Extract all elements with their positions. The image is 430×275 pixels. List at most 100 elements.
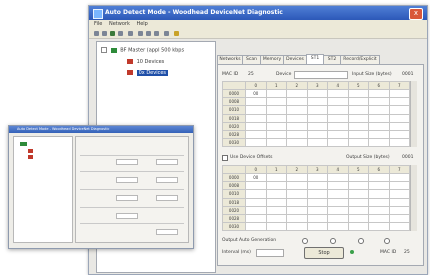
tree-node-devices-label: 10 Devices (136, 59, 165, 65)
menu-bar: File Network Help (89, 20, 427, 29)
row-header: 0008 (222, 97, 246, 107)
tree-node-selected[interactable]: 0x Devices (127, 70, 169, 76)
io-panel: MAC ID 25 Device Input Size (bytes) 0001… (217, 64, 424, 266)
input-device-label: Device (276, 72, 292, 77)
settings-icon[interactable] (164, 31, 169, 36)
master-icon (110, 47, 117, 53)
row-header: 0000 (222, 89, 246, 99)
secondary-device-icon (28, 155, 33, 159)
device-field[interactable] (294, 71, 348, 79)
tab-record-explicit[interactable]: Record/Explicit (340, 55, 380, 64)
auto-gen-radio-3[interactable] (358, 238, 364, 244)
col-header: 4 (327, 164, 349, 175)
row-header: 0008 (222, 181, 246, 191)
download-icon[interactable] (154, 31, 159, 36)
row-header: 0010 (222, 189, 246, 199)
divider (80, 189, 184, 190)
row-header: 0028 (222, 213, 246, 223)
secondary-field[interactable] (116, 177, 138, 183)
col-header: 6 (368, 80, 390, 91)
output-auto-generation-label: Output Auto Generation (222, 238, 277, 243)
auto-gen-radio-4[interactable] (384, 238, 390, 244)
col-header: 0 (245, 164, 267, 175)
col-header: 0 (245, 80, 267, 91)
divider (80, 223, 184, 224)
grid-corner (222, 80, 246, 91)
grid-cell[interactable]: 00 (245, 89, 267, 99)
menu-file[interactable]: File (94, 20, 102, 29)
status-indicator-icon (350, 250, 354, 254)
grid-corner (222, 164, 246, 175)
secondary-panel (75, 136, 189, 243)
row-header: 0020 (222, 121, 246, 131)
row-header: 0028 (222, 129, 246, 139)
main-window-titlebar: Auto Detect Mode - Woodhead DeviceNet Di… (89, 6, 427, 20)
secondary-field[interactable] (156, 195, 178, 201)
toolbar (89, 29, 427, 39)
output-grid-scrollbar[interactable] (410, 165, 417, 231)
close-button[interactable]: x (409, 8, 423, 20)
use-device-offsets-checkbox[interactable] (222, 155, 228, 161)
secondary-field[interactable] (116, 159, 138, 165)
interval-input[interactable] (256, 249, 284, 257)
help-icon[interactable] (174, 31, 179, 36)
auto-gen-radio-1[interactable] (302, 238, 308, 244)
output-data-grid: 0 1 2 3 4 5 6 7 0000 00 0008 0010 0018 00… (222, 164, 410, 232)
scan-icon[interactable] (110, 31, 115, 36)
input-data-grid: 0 1 2 3 4 5 6 7 0000 00 0008 0010 0018 00… (222, 80, 410, 148)
menu-network[interactable]: Network (109, 20, 130, 29)
col-header: 4 (327, 80, 349, 91)
col-header: 7 (388, 164, 410, 175)
screenshot-root: { "main_window": { "title": "Auto Detect… (0, 0, 430, 275)
secondary-field[interactable] (156, 177, 178, 183)
col-header: 1 (265, 80, 287, 91)
secondary-field[interactable] (116, 195, 138, 201)
secondary-field[interactable] (116, 213, 138, 219)
secondary-master-icon (20, 142, 27, 146)
expand-icon[interactable] (101, 47, 107, 53)
input-grid-scrollbar[interactable] (410, 81, 417, 147)
disconnect-icon[interactable] (102, 31, 107, 36)
upload-icon[interactable] (146, 31, 151, 36)
secondary-field[interactable] (156, 159, 178, 165)
row-header: 0018 (222, 197, 246, 207)
col-header: 5 (347, 80, 369, 91)
secondary-window-title: Auto Detect Mode - Woodhead DeviceNet Di… (17, 127, 110, 131)
tab-st2[interactable]: ST2 (323, 55, 341, 64)
secondary-window: Auto Detect Mode - Woodhead DeviceNet Di… (8, 125, 194, 249)
col-header: 3 (306, 164, 328, 175)
col-header: 6 (368, 164, 390, 175)
tab-devices[interactable]: Devices (283, 55, 307, 64)
properties-icon[interactable] (128, 31, 133, 36)
stop-icon[interactable] (118, 31, 123, 36)
main-window-title: Auto Detect Mode - Woodhead DeviceNet Di… (105, 9, 283, 16)
stop-button[interactable]: Stop (304, 247, 344, 259)
secondary-window-titlebar: Auto Detect Mode - Woodhead DeviceNet Di… (9, 126, 193, 133)
row-header: 0000 (222, 173, 246, 183)
tree-root[interactable]: BF Master (appl 500 kbps (101, 47, 184, 54)
input-macid-label: MAC ID (222, 72, 239, 77)
grid-cell[interactable]: 00 (245, 173, 267, 183)
refresh-icon[interactable] (138, 31, 143, 36)
row-header: 0010 (222, 105, 246, 115)
tab-networks[interactable]: Networks (217, 55, 243, 64)
auto-gen-radio-2[interactable] (330, 238, 336, 244)
tab-scan[interactable]: Scan (242, 55, 261, 64)
tree-node-devices[interactable]: 10 Devices (127, 59, 164, 65)
app-icon (93, 9, 103, 19)
tab-st1[interactable]: ST1 (306, 54, 324, 64)
device-icon (127, 59, 133, 64)
tree-root-label: BF Master (appl 500 kbps (120, 47, 185, 54)
device-icon (127, 70, 133, 75)
menu-help[interactable]: Help (136, 20, 147, 29)
use-device-offsets-label: Use Device Offsets (230, 155, 273, 160)
output-size-label: Output Size (bytes) (346, 155, 390, 160)
row-header: 0018 (222, 113, 246, 123)
col-header: 3 (306, 80, 328, 91)
footer-macid-value: 25 (404, 250, 410, 255)
tab-memory[interactable]: Memory (260, 55, 284, 64)
tree-node-selected-label: 0x Devices (136, 70, 169, 76)
connect-icon[interactable] (94, 31, 99, 36)
secondary-field[interactable] (156, 229, 178, 235)
input-size-label: Input Size (bytes) (352, 72, 392, 77)
